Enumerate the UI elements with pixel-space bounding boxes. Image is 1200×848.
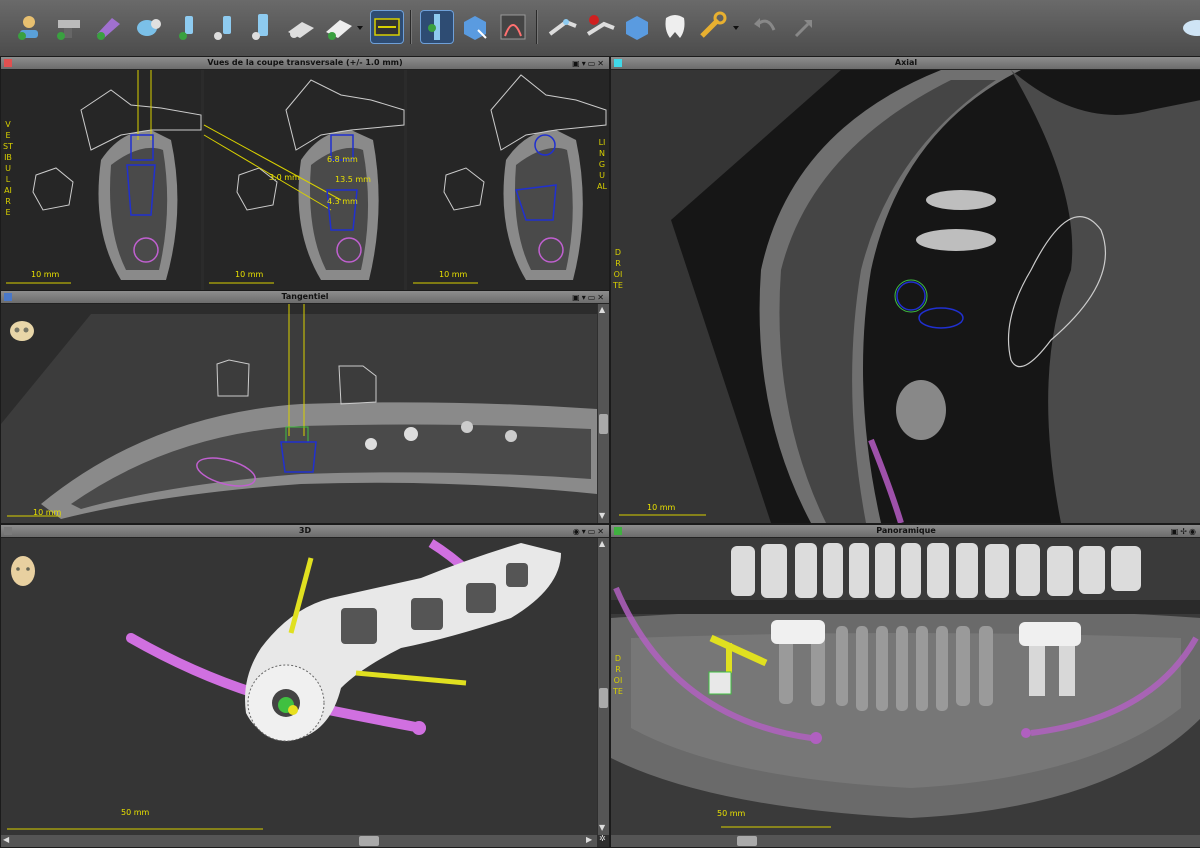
panel-controls[interactable]: ▣▾▭✕ [572,58,606,70]
tangentiel-title: Tangentiel [281,292,329,301]
horizontal-scrollbar[interactable] [611,835,1200,847]
measurement-label: 4.3 mm [327,197,358,206]
implant-tool-7-icon[interactable] [284,10,318,44]
axial-title-bar: Axial [611,57,1200,70]
scrollbar-thumb[interactable] [599,688,608,708]
panoramic-curve-icon[interactable] [496,10,530,44]
measurement-label: 13.5 mm [335,175,371,184]
cube-select-icon[interactable] [458,10,492,44]
measurement-label: 6.8 mm [327,155,358,164]
skull-orientation-icon [7,317,37,351]
transversal-slice-3 [407,70,609,291]
implant-tool-2-icon[interactable] [92,10,126,44]
head-orientation-icon [5,551,41,595]
droite-label: DROITE [613,248,623,290]
panel-indicator [614,59,622,67]
tangentiel-view[interactable] [1,304,597,523]
scale-label: 10 mm [31,270,60,279]
implant-tool-4-icon[interactable] [172,10,206,44]
transversal-slice-2 [203,70,405,291]
chevron-down-icon[interactable] [732,20,740,34]
cloud-icon[interactable] [1180,10,1200,44]
scroll-down-arrow-icon[interactable]: ▼ [599,511,605,520]
redo-icon[interactable] [786,10,820,44]
scroll-down-arrow-icon[interactable]: ▼ [599,823,605,832]
axial-panel: Axial 10 mm DROITE [610,56,1200,524]
threed-view[interactable] [1,538,597,835]
scroll-right-arrow-icon[interactable]: ▶ [586,835,592,844]
wrench-icon[interactable] [696,10,730,44]
scroll-up-arrow-icon[interactable]: ▲ [599,539,605,548]
scale-label: 10 mm [439,270,468,279]
implant-view-icon[interactable] [420,10,454,44]
threed-title: 3D [298,526,312,535]
panel-controls[interactable]: ▣▾▭✕ [572,292,606,304]
panel-indicator [4,59,12,67]
scroll-up-arrow-icon[interactable]: ▲ [599,305,605,314]
vertical-scrollbar[interactable] [598,304,609,523]
measurement-label: 3.0 mm [269,173,300,182]
threed-title-bar: 3D ◉▾▭✕ [1,525,609,538]
axial-view[interactable] [611,70,1200,523]
panel-indicator [4,293,12,301]
transversal-title-bar: Vues de la coupe transversale (+/- 1.0 m… [1,57,609,70]
panel-indicator [4,527,12,535]
scrollbar-thumb[interactable] [737,836,757,846]
ruler-view-icon[interactable] [370,10,404,44]
transversal-title: Vues de la coupe transversale (+/- 1.0 m… [207,58,403,67]
scrollbar-thumb[interactable] [359,836,379,846]
tangentiel-panel: Tangentiel ▣▾▭✕ ▲ ▼ 10 mm [0,290,610,524]
axial-title: Axial [894,58,918,67]
horizontal-scrollbar[interactable] [1,835,597,847]
transversal-slice-1 [1,70,202,291]
delete-nerve-icon[interactable] [584,10,618,44]
scale-label: 10 mm [33,508,62,517]
chevron-down-icon[interactable] [356,20,364,34]
scale-label: 10 mm [647,503,676,512]
droite-label: DROITE [613,654,623,696]
transversal-panel: Vues de la coupe transversale (+/- 1.0 m… [0,56,610,292]
implant-tool-8-icon[interactable] [322,10,356,44]
implant-tool-3-icon[interactable] [132,10,166,44]
threed-panel: 3D ◉▾▭✕ ▲ ▼ ◀ ▶ ✲ 50 mm [0,524,610,848]
scroll-left-arrow-icon[interactable]: ◀ [3,835,9,844]
scale-label: 50 mm [121,808,150,817]
implant-tool-1-icon[interactable] [52,10,86,44]
gear-icon[interactable]: ✲ [599,834,606,843]
tangentiel-title-bar: Tangentiel ▣▾▭✕ [1,291,609,304]
toolbar [0,0,1200,57]
transversal-view[interactable] [1,70,609,291]
scrollbar-thumb[interactable] [599,414,608,434]
scale-label: 50 mm [717,809,746,818]
patient-tool-icon[interactable] [12,10,46,44]
panoramique-view[interactable] [611,538,1200,835]
panel-controls[interactable]: ▣✢◉ [1171,526,1198,538]
implant-tool-6-icon[interactable] [246,10,280,44]
panoramique-title-bar: Panoramique ▣✢◉ [611,525,1200,538]
nerve-tool-icon[interactable] [546,10,580,44]
lingual-label: LINGUAL [597,138,607,191]
tooth-icon[interactable] [658,10,692,44]
undo-icon[interactable] [748,10,782,44]
vertical-scrollbar[interactable] [598,538,609,835]
panel-indicator [614,527,622,535]
panoramique-panel: Panoramique ▣✢◉ 50 mm DROITE [610,524,1200,848]
scale-label: 10 mm [235,270,264,279]
implant-tool-5-icon[interactable] [208,10,242,44]
panel-controls[interactable]: ◉▾▭✕ [573,526,606,538]
vestibulaire-label: VESTIBULAIRE [3,120,13,217]
cube-hand-icon[interactable] [620,10,654,44]
panoramique-title: Panoramique [876,526,936,535]
